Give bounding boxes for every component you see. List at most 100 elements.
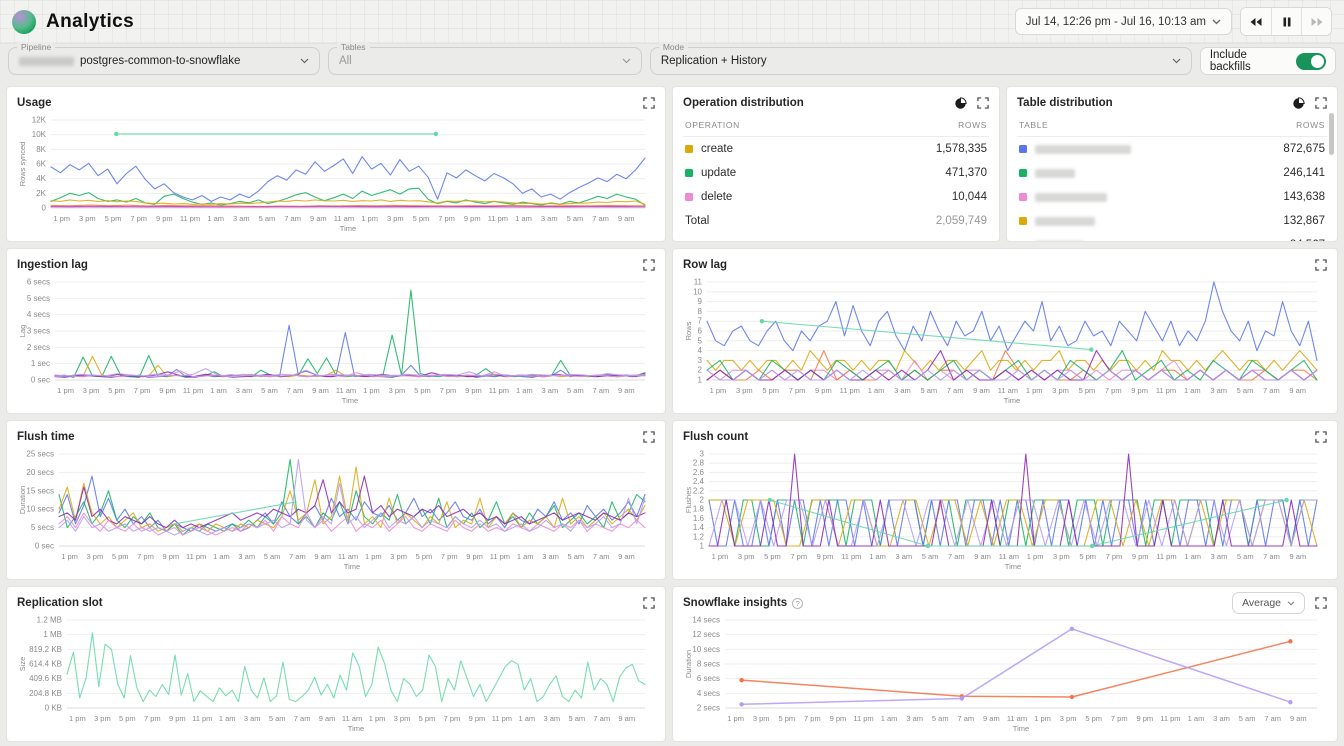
row-value: 132,867 xyxy=(1283,215,1325,227)
svg-text:1 am: 1 am xyxy=(519,714,536,723)
svg-text:9 am: 9 am xyxy=(314,552,331,561)
svg-text:7 pm: 7 pm xyxy=(134,386,151,395)
table-distribution-title: Table distribution xyxy=(1017,97,1113,109)
usage-svg: 02K4K6K8K10K12K1 pm3 pm5 pm7 pm9 pm11 pm… xyxy=(17,112,655,234)
operation-distribution-title: Operation distribution xyxy=(683,97,804,109)
svg-text:1 pm: 1 pm xyxy=(710,386,727,395)
expand-icon[interactable] xyxy=(643,597,655,609)
svg-text:Time: Time xyxy=(344,562,360,571)
svg-text:11 pm: 11 pm xyxy=(841,552,861,561)
ingestion-lag-chart[interactable]: 0 sec1 sec2 secs3 secs4 secs5 secs6 secs… xyxy=(17,274,655,406)
help-icon[interactable]: ? xyxy=(792,598,803,609)
svg-text:11 pm: 11 pm xyxy=(492,714,512,723)
svg-text:1 pm: 1 pm xyxy=(69,714,86,723)
date-range-picker[interactable]: Jul 14, 12:26 pm - Jul 16, 10:13 am xyxy=(1015,8,1232,35)
pipeline-select[interactable]: Pipeline postgres-common-to-snowflake xyxy=(8,47,320,75)
svg-text:4: 4 xyxy=(698,346,703,355)
svg-text:12K: 12K xyxy=(32,116,47,125)
flush_count-svg: 11.21.41.61.822.22.42.62.831 pm3 pm5 pm7… xyxy=(683,446,1327,572)
svg-text:8 secs: 8 secs xyxy=(697,660,720,669)
expand-icon[interactable] xyxy=(1315,97,1327,109)
pause-button[interactable] xyxy=(1271,8,1301,35)
svg-text:3 pm: 3 pm xyxy=(736,386,753,395)
svg-text:11 pm: 11 pm xyxy=(180,214,200,223)
row-lag-chart[interactable]: 12345678910111 pm3 pm5 pm7 pm9 pm11 pm1 … xyxy=(683,274,1327,406)
svg-text:5 am: 5 am xyxy=(568,552,585,561)
svg-text:3 pm: 3 pm xyxy=(1060,714,1077,723)
svg-text:7 pm: 7 pm xyxy=(804,714,821,723)
svg-text:Time: Time xyxy=(1013,724,1029,733)
redacted-table-name xyxy=(1035,217,1095,226)
series-color-swatch xyxy=(1019,193,1027,201)
mode-select[interactable]: Mode Replication + History xyxy=(650,47,1192,75)
flush-time-chart[interactable]: 0 sec5 secs10 secs15 secs20 secs25 secs1… xyxy=(17,446,655,572)
flush-time-title: Flush time xyxy=(17,431,75,443)
svg-text:1 am: 1 am xyxy=(881,714,898,723)
svg-text:Rows: Rows xyxy=(684,321,693,340)
svg-text:1 am: 1 am xyxy=(219,714,236,723)
include-backfills-toggle[interactable] xyxy=(1296,53,1326,70)
total-value: 2,059,749 xyxy=(936,215,987,227)
expand-icon[interactable] xyxy=(643,259,655,271)
expand-icon[interactable] xyxy=(643,431,655,443)
svg-text:5 pm: 5 pm xyxy=(778,714,795,723)
svg-text:9 am: 9 am xyxy=(310,214,327,223)
redacted-table-name xyxy=(1035,193,1107,202)
svg-text:5 pm: 5 pm xyxy=(413,214,430,223)
svg-text:9 pm: 9 pm xyxy=(830,714,847,723)
svg-text:1.2 MB: 1.2 MB xyxy=(37,616,62,625)
svg-text:11 am: 11 am xyxy=(336,386,356,395)
svg-text:3 pm: 3 pm xyxy=(1052,386,1069,395)
skip-back-button[interactable] xyxy=(1241,8,1271,35)
pie-chart-icon[interactable] xyxy=(954,97,967,110)
flush_time-svg: 0 sec5 secs10 secs15 secs20 secs25 secs1… xyxy=(17,446,655,572)
svg-text:11 pm: 11 pm xyxy=(489,386,509,395)
svg-text:9 pm: 9 pm xyxy=(159,386,176,395)
svg-text:1 pm: 1 pm xyxy=(1027,552,1044,561)
expand-icon[interactable] xyxy=(1315,259,1327,271)
svg-text:9 am: 9 am xyxy=(312,386,329,395)
svg-text:1 pm: 1 pm xyxy=(1026,386,1043,395)
svg-text:3 am: 3 am xyxy=(542,386,559,395)
chevron-down-icon xyxy=(300,58,309,64)
flush-count-chart[interactable]: 11.21.41.61.822.22.42.62.831 pm3 pm5 pm7… xyxy=(683,446,1327,572)
svg-text:1 pm: 1 pm xyxy=(363,386,380,395)
svg-text:9 pm: 9 pm xyxy=(466,552,483,561)
expand-icon[interactable] xyxy=(1315,597,1327,609)
replication-slot-chart[interactable]: 0 KB204.8 KB409.6 KB614.4 KB819.2 KB1 MB… xyxy=(17,612,655,734)
svg-text:11 pm: 11 pm xyxy=(1156,552,1176,561)
svg-text:1 am: 1 am xyxy=(213,552,230,561)
svg-text:8K: 8K xyxy=(36,145,46,154)
svg-text:Rows synced: Rows synced xyxy=(18,142,27,187)
svg-text:10 secs: 10 secs xyxy=(26,505,54,514)
svg-text:5 am: 5 am xyxy=(1237,386,1254,395)
series-color-swatch xyxy=(1019,169,1027,177)
snowflake-insights-chart[interactable]: 2 secs4 secs6 secs8 secs10 secs12 secs14… xyxy=(683,612,1327,734)
svg-text:12 secs: 12 secs xyxy=(692,630,720,639)
aggregate-select[interactable]: Average xyxy=(1232,592,1305,614)
svg-text:7 am: 7 am xyxy=(284,214,301,223)
mode-label: Mode xyxy=(659,42,688,52)
row-value: 84,567 xyxy=(1290,239,1325,242)
tables-select[interactable]: Tables All xyxy=(328,47,642,75)
redacted-table-name xyxy=(1035,169,1075,178)
expand-icon[interactable] xyxy=(1315,431,1327,443)
svg-text:9 am: 9 am xyxy=(974,552,991,561)
svg-text:14 secs: 14 secs xyxy=(692,616,720,625)
expand-icon[interactable] xyxy=(643,97,655,109)
svg-text:1 pm: 1 pm xyxy=(727,714,744,723)
skip-forward-button[interactable] xyxy=(1301,8,1331,35)
scrollbar-thumb[interactable] xyxy=(1329,113,1334,155)
svg-text:819.2 KB: 819.2 KB xyxy=(29,645,62,654)
series-color-swatch xyxy=(685,193,693,201)
svg-text:5 am: 5 am xyxy=(567,214,584,223)
pie-chart-icon[interactable] xyxy=(1292,97,1305,110)
svg-text:9 pm: 9 pm xyxy=(465,386,482,395)
usage-chart[interactable]: 02K4K6K8K10K12K1 pm3 pm5 pm7 pm9 pm11 pm… xyxy=(17,112,655,234)
svg-text:Duration: Duration xyxy=(684,650,693,678)
svg-text:5 pm: 5 pm xyxy=(119,714,136,723)
table-row: update471,370 xyxy=(683,161,989,185)
svg-text:Time: Time xyxy=(348,724,364,733)
svg-text:11 pm: 11 pm xyxy=(1156,386,1176,395)
expand-icon[interactable] xyxy=(977,97,989,109)
